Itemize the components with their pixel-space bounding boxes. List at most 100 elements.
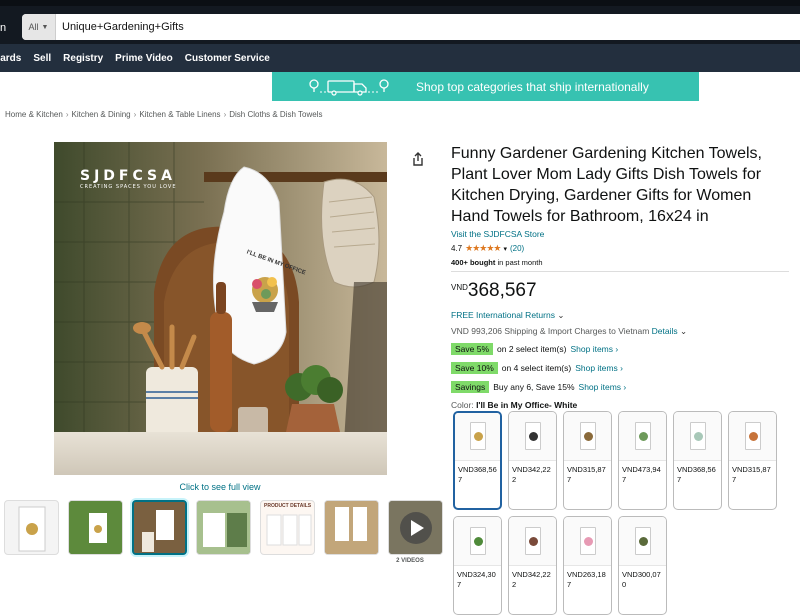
nav-bar: Cards Sell Registry Prime Video Customer… xyxy=(0,44,800,72)
breadcrumb: Home & Kitchen › Kitchen & Dining › Kitchen … xyxy=(5,110,322,119)
breadcrumb-table-linens[interactable]: Kitchen & Table Linens xyxy=(139,110,220,119)
breadcrumb-home-kitchen[interactable]: Home & Kitchen xyxy=(5,110,63,119)
swatch-price: VND368,567 xyxy=(455,459,500,508)
color-value: I'll Be in My Office- White xyxy=(476,400,578,410)
thumbnail-image[interactable] xyxy=(196,500,251,555)
shop-items-link[interactable]: Shop items › xyxy=(579,382,627,392)
logo-fragment[interactable]: n xyxy=(0,22,6,34)
thumbnail-label: PRODUCT DETAILS xyxy=(264,503,312,509)
video-thumbnail[interactable] xyxy=(388,500,443,555)
promo-text: on 4 select item(s) xyxy=(501,363,572,373)
color-swatch[interactable]: VND263,187 xyxy=(563,516,612,615)
swatch-towel-image xyxy=(619,517,666,565)
swatch-towel-image xyxy=(509,517,556,565)
thumbnail-strip: PRODUCT DETAILS xyxy=(4,500,443,555)
search-category-label: All xyxy=(28,22,39,32)
header-strip xyxy=(0,0,800,6)
promo-badge: Save 10% xyxy=(451,362,498,374)
nav-item-gift-cards[interactable]: Cards xyxy=(0,53,27,64)
swatch-towel-image xyxy=(564,412,611,460)
color-swatch-selected[interactable]: VND368,567 xyxy=(453,411,502,510)
breadcrumb-separator: › xyxy=(65,110,69,119)
swatch-price: VND342,222 xyxy=(509,564,556,614)
color-swatch[interactable]: VND342,222 xyxy=(508,516,557,615)
promo-row: Save 5% on 2 select item(s) Shop items › xyxy=(451,343,618,355)
promo-row: Save 10% on 4 select item(s) Shop items … xyxy=(451,362,623,374)
bought-count: 400+ bought xyxy=(451,258,496,267)
chevron-down-icon: ▾ xyxy=(503,245,507,253)
main-product-image[interactable]: SJDFCSA CREATING SPACES YOU LOVE I'LL BE… xyxy=(54,142,387,475)
breadcrumb-dish-towels[interactable]: Dish Cloths & Dish Towels xyxy=(229,110,322,119)
star-rating-icon: ★★★★★ xyxy=(465,243,501,253)
color-swatch[interactable]: VND315,877 xyxy=(563,411,612,510)
color-swatch[interactable]: VND473,947 xyxy=(618,411,667,510)
color-selection: Color: I'll Be in My Office- White xyxy=(451,400,577,410)
see-full-view-link[interactable]: Click to see full view xyxy=(0,482,440,492)
color-swatch[interactable]: VND315,877 xyxy=(728,411,777,510)
shop-items-link[interactable]: Shop items › xyxy=(575,363,623,373)
returns-label: FREE International Returns xyxy=(451,310,555,320)
swatch-price: VND342,222 xyxy=(509,459,556,509)
chevron-down-icon: ▼ xyxy=(41,23,49,31)
swatch-towel-image xyxy=(455,413,500,460)
bought-in-past-month: 400+ bought in past month xyxy=(451,258,543,267)
breadcrumb-separator: › xyxy=(223,110,227,119)
search-bar: All ▼ xyxy=(22,14,800,40)
search-category-dropdown[interactable]: All ▼ xyxy=(22,14,56,40)
brand-logo: SJDFCSA xyxy=(80,168,176,184)
thumbnail-product-details[interactable]: PRODUCT DETAILS xyxy=(260,500,315,555)
store-link[interactable]: Visit the SJDFCSA Store xyxy=(451,229,544,239)
nav-item-sell[interactable]: Sell xyxy=(27,53,57,64)
breadcrumb-separator: › xyxy=(133,110,137,119)
bought-suffix: in past month xyxy=(495,258,543,267)
promo-text: Buy any 6, Save 15% xyxy=(493,382,575,392)
free-returns-link[interactable]: FREE International Returns ⌄ xyxy=(451,310,564,321)
price-amount: 368,567 xyxy=(467,280,537,301)
product-title: Funny Gardener Gardening Kitchen Towels,… xyxy=(451,145,762,225)
swatch-price: VND324,307 xyxy=(454,564,501,614)
thumbnail-image[interactable] xyxy=(68,500,123,555)
search-input[interactable] xyxy=(56,14,800,40)
swatch-price: VND315,877 xyxy=(729,459,776,509)
details-link[interactable]: Details xyxy=(652,326,678,336)
swatch-price: VND368,567 xyxy=(674,459,721,509)
shipping-text: VND 993,206 Shipping & Import Charges to… xyxy=(451,326,650,336)
chevron-down-icon: ⌄ xyxy=(680,326,688,336)
brand-tagline: CREATING SPACES YOU LOVE xyxy=(80,184,177,190)
international-shipping-banner[interactable]: Shop top categories that ship internatio… xyxy=(272,72,699,101)
color-swatches: VND368,567 VND342,222 VND315,877 VND473,947… xyxy=(453,411,783,615)
swatch-price: VND473,947 xyxy=(619,459,666,509)
swatch-price: VND315,877 xyxy=(564,459,611,509)
top-header: n All ▼ xyxy=(0,0,800,44)
promo-text: on 2 select item(s) xyxy=(497,344,567,354)
color-swatch[interactable]: VND368,567 xyxy=(673,411,722,510)
promo-badge: Savings xyxy=(451,381,490,393)
shipping-charges: VND 993,206 Shipping & Import Charges to… xyxy=(451,326,687,337)
thumbnail-image-selected[interactable] xyxy=(132,500,187,555)
chevron-down-icon: ⌄ xyxy=(557,310,565,320)
swatch-towel-image xyxy=(509,412,556,460)
nav-item-registry[interactable]: Registry xyxy=(57,53,109,64)
nav-item-customer-service[interactable]: Customer Service xyxy=(179,53,276,64)
swatch-towel-image xyxy=(619,412,666,460)
swatch-towel-image xyxy=(564,517,611,565)
share-icon[interactable] xyxy=(412,152,424,169)
thumbnail-image[interactable] xyxy=(324,500,379,555)
color-swatch[interactable]: VND324,307 xyxy=(453,516,502,615)
rating-count[interactable]: (20) xyxy=(510,244,524,253)
promo-row: Savings Buy any 6, Save 15% Shop items › xyxy=(451,381,626,393)
thumbnail-image[interactable] xyxy=(4,500,59,555)
rating-row[interactable]: 4.7 ★★★★★ ▾ (20) xyxy=(451,243,524,254)
nav-item-prime-video[interactable]: Prime Video xyxy=(109,53,179,64)
breadcrumb-kitchen-dining[interactable]: Kitchen & Dining xyxy=(71,110,130,119)
swatch-towel-image xyxy=(674,412,721,460)
price-currency: VND xyxy=(451,283,468,292)
color-swatch[interactable]: VND300,070 xyxy=(618,516,667,615)
promo-badge: Save 5% xyxy=(451,343,494,355)
price: VND368,567 xyxy=(451,280,537,302)
shop-items-link[interactable]: Shop items › xyxy=(570,344,618,354)
videos-count-label: 2 VIDEOS xyxy=(396,558,424,564)
swatch-price: VND263,187 xyxy=(564,564,611,614)
color-swatch[interactable]: VND342,222 xyxy=(508,411,557,510)
rating-value: 4.7 xyxy=(451,244,463,253)
